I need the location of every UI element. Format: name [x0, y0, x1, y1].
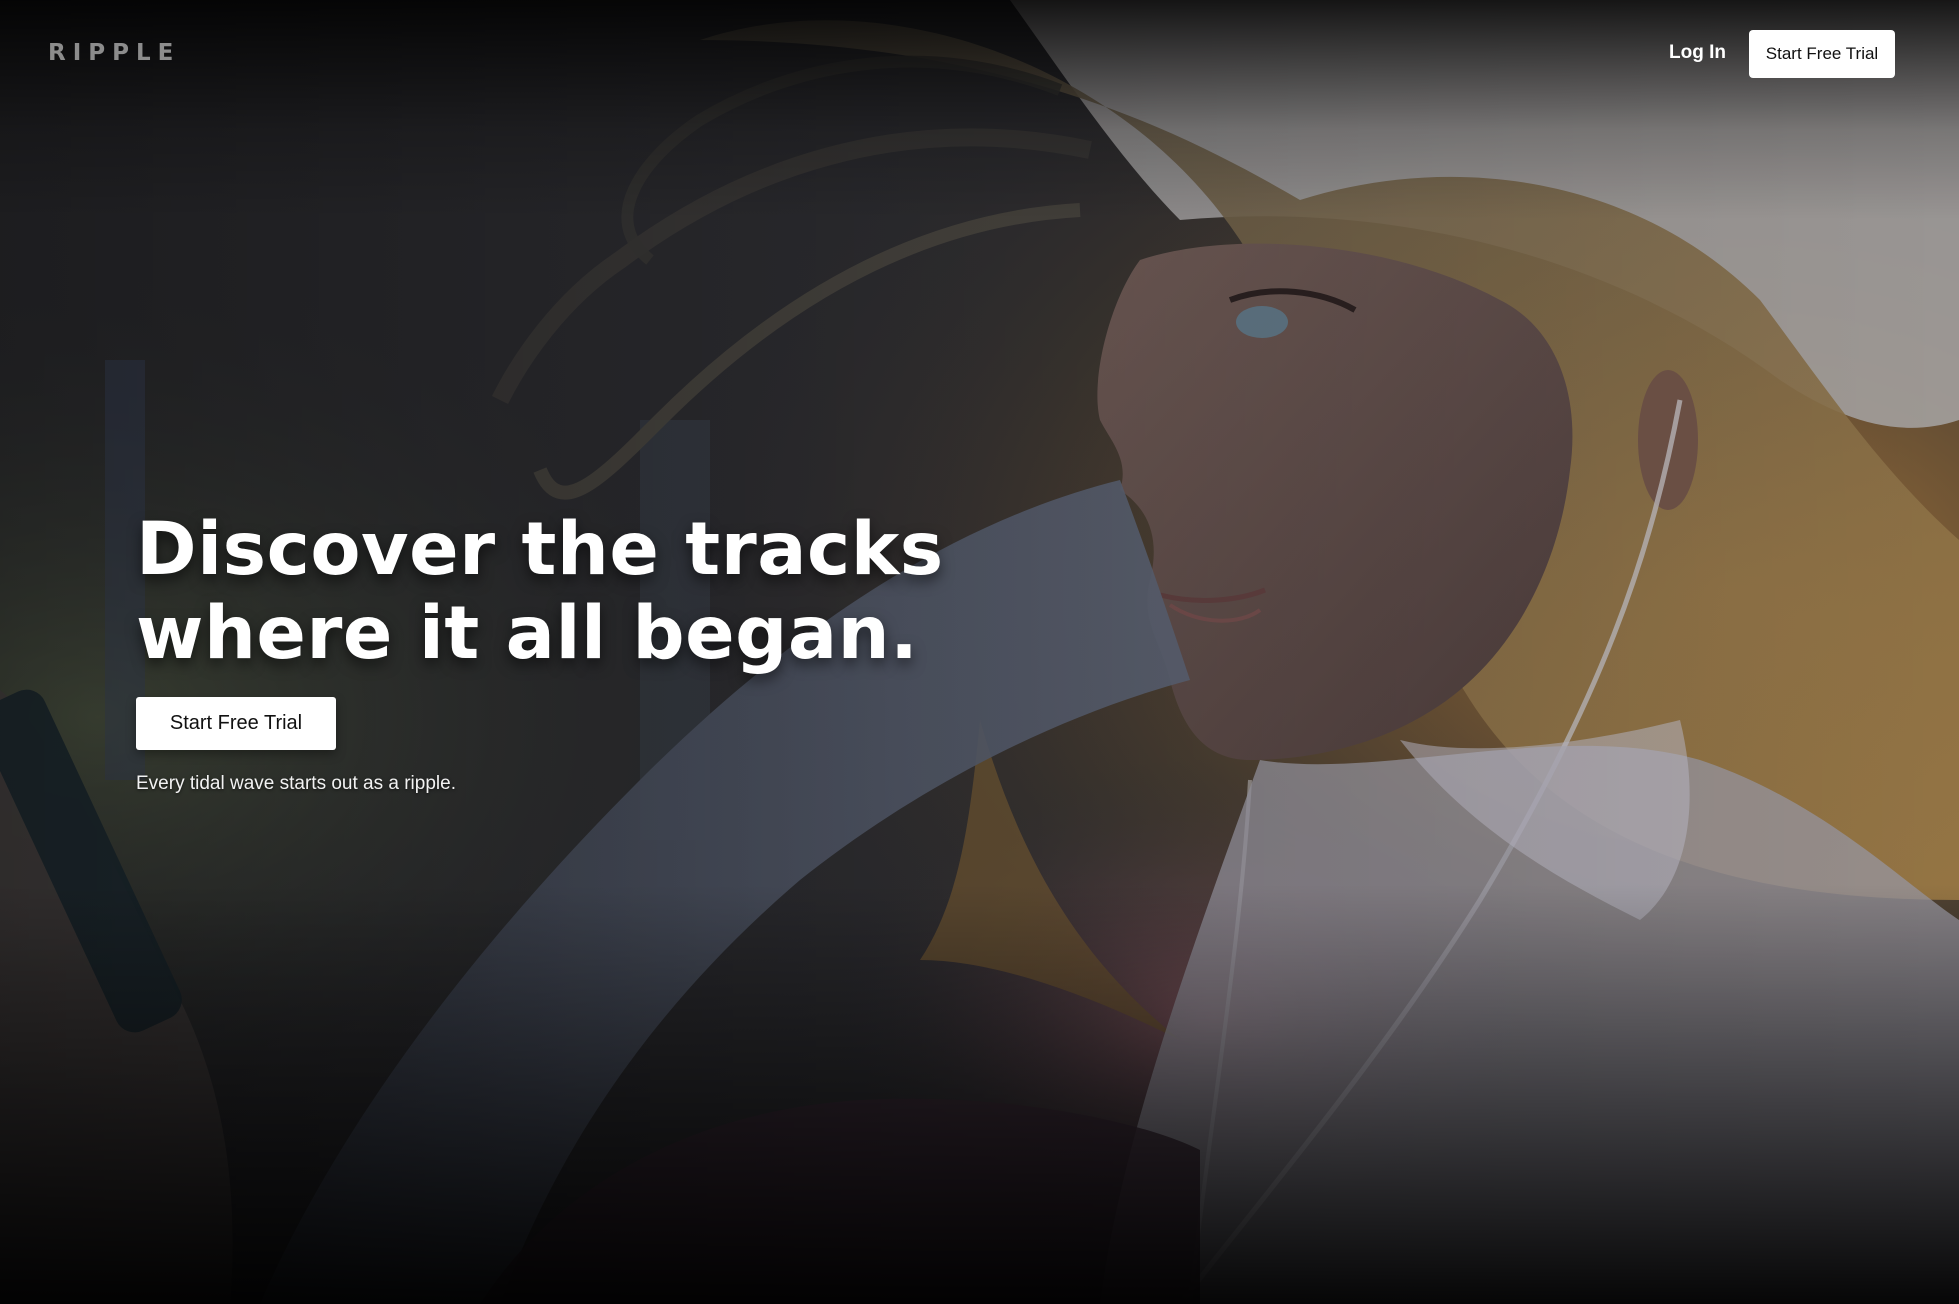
landing-page: RIPPLE Log In Start Free Trial Discover … — [0, 0, 1959, 1304]
hero-tagline: Every tidal wave starts out as a ripple. — [136, 773, 456, 794]
hero-headline: Discover the tracks where it all began. — [136, 508, 944, 676]
hero-headline-line-1: Discover the tracks — [136, 507, 944, 592]
hero-start-free-trial-button[interactable]: Start Free Trial — [136, 697, 336, 750]
top-navigation-bar: RIPPLE Log In Start Free Trial — [0, 0, 1959, 108]
brand-logo[interactable]: RIPPLE — [48, 40, 180, 66]
hero-headline-line-2: where it all began. — [136, 591, 919, 676]
login-link[interactable]: Log In — [1669, 42, 1726, 64]
nav-start-free-trial-button[interactable]: Start Free Trial — [1749, 30, 1895, 78]
